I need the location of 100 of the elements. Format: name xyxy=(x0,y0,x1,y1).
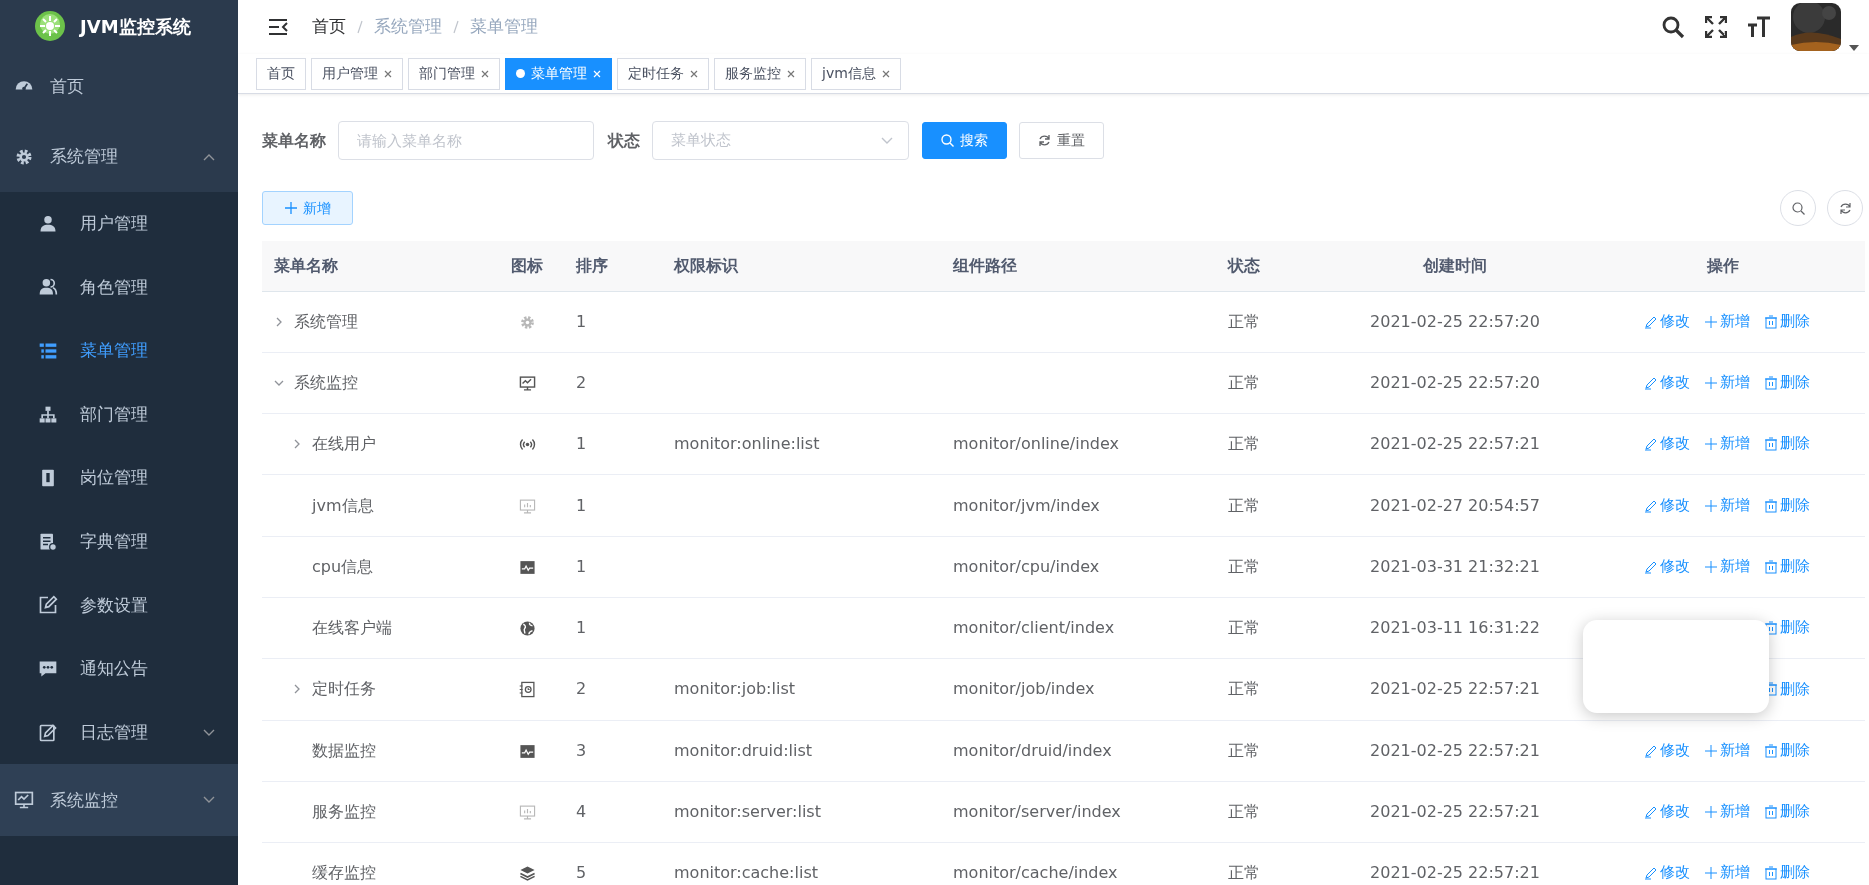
delete-link[interactable]: 删除 xyxy=(1764,372,1810,394)
reset-button[interactable]: 重置 xyxy=(1019,122,1104,159)
status-text: 正常 xyxy=(1216,781,1330,843)
tab[interactable]: 菜单管理 xyxy=(505,57,612,90)
tab[interactable]: 定时任务 xyxy=(617,57,709,90)
delete-link[interactable]: 删除 xyxy=(1764,494,1810,517)
table-cell: 2021-03-11 16:31:22 xyxy=(1330,597,1580,659)
search-button[interactable]: 搜索 xyxy=(922,122,1007,159)
select-field[interactable]: 菜单状态 xyxy=(652,121,909,160)
sidebar-item[interactable]: 首页 xyxy=(0,52,238,122)
table-cell: monitor:server:list xyxy=(674,802,821,821)
table-cell: monitor/cache/index xyxy=(953,863,1118,883)
table-cell: monitor:cache:list xyxy=(674,863,818,883)
tab[interactable]: 服务监控 xyxy=(714,57,806,90)
edit-link[interactable]: 修改 xyxy=(1644,801,1690,823)
table-cell: monitor:druid:list xyxy=(674,740,813,760)
field-label: 菜单名称 xyxy=(262,129,326,152)
table-cell: 2 xyxy=(564,658,662,721)
tab[interactable]: 首页 xyxy=(256,57,306,90)
menu-name: 定时任务 xyxy=(312,678,376,701)
delete-link[interactable]: 删除 xyxy=(1764,310,1810,333)
tab[interactable]: 用户管理 xyxy=(311,57,403,90)
menu-name: jvm信息 xyxy=(312,494,374,517)
status-text: 正常 xyxy=(1216,352,1330,414)
table-cell: 2021-02-25 22:57:20 xyxy=(1330,291,1580,353)
edit-link[interactable]: 修改 xyxy=(1644,433,1690,456)
status-text: 正常 xyxy=(1216,536,1330,598)
tab[interactable]: jvm信息 xyxy=(811,57,901,90)
menu-name: 缓存监控 xyxy=(312,862,376,885)
add-link[interactable]: 新增 xyxy=(1704,372,1750,394)
table-cell: monitor/online/index xyxy=(953,434,1119,454)
column-header: 创建时间 xyxy=(1330,241,1580,291)
table-cell: monitor/server/index xyxy=(953,802,1121,821)
table-cell: 2 xyxy=(564,352,662,414)
status-text: 正常 xyxy=(1216,597,1330,659)
table-cell: 3 xyxy=(564,720,662,782)
table-cell: 2021-02-25 22:57:21 xyxy=(1330,781,1580,843)
menu-name: 在线用户 xyxy=(312,433,376,456)
column-header: 图标 xyxy=(490,241,564,291)
edit-link[interactable]: 修改 xyxy=(1644,862,1690,885)
tab[interactable]: 部门管理 xyxy=(408,57,500,90)
table-cell: monitor/client/index xyxy=(953,618,1115,638)
menu-name: 在线客户端 xyxy=(312,617,392,640)
delete-link[interactable]: 删除 xyxy=(1764,433,1810,456)
table-cell: monitor/druid/index xyxy=(953,740,1112,760)
table-cell: monitor:job:list xyxy=(674,679,795,699)
delete-link[interactable]: 删除 xyxy=(1764,801,1810,823)
breadcrumb-link[interactable]: 首页 xyxy=(312,14,346,40)
add-link[interactable]: 新增 xyxy=(1704,801,1750,823)
table-cell: 1 xyxy=(564,536,662,598)
table-cell: 5 xyxy=(564,842,662,885)
table-cell: 4 xyxy=(564,781,662,843)
table-cell: monitor/cpu/index xyxy=(953,556,1100,576)
add-link[interactable]: 新增 xyxy=(1704,862,1750,885)
table-cell: monitor/job/index xyxy=(953,679,1095,699)
delete-link[interactable]: 删除 xyxy=(1764,739,1810,762)
edit-link[interactable]: 修改 xyxy=(1644,310,1690,333)
add-link[interactable]: 新增 xyxy=(1704,739,1750,762)
delete-link[interactable]: 删除 xyxy=(1764,555,1810,578)
table-cell: monitor/jvm/index xyxy=(953,495,1100,515)
edit-link[interactable]: 修改 xyxy=(1644,555,1690,578)
breadcrumb-item: 菜单管理 xyxy=(470,15,538,39)
add-link[interactable]: 新增 xyxy=(1704,433,1750,456)
table-cell: 1 xyxy=(564,413,662,475)
status-text: 正常 xyxy=(1216,720,1330,782)
menu-name: 系统监控 xyxy=(294,371,358,394)
status-text: 正常 xyxy=(1216,658,1330,721)
status-text: 正常 xyxy=(1216,474,1330,537)
delete-link[interactable]: 删除 xyxy=(1764,862,1810,885)
sidebar-item[interactable]: 系统管理 xyxy=(0,122,238,192)
column-header: 状态 xyxy=(1216,241,1330,291)
table-cell: 2021-02-25 22:57:21 xyxy=(1330,720,1580,782)
table-cell: 2021-02-25 22:57:20 xyxy=(1330,352,1580,414)
table-cell: monitor:online:list xyxy=(674,434,820,454)
table-cell: 2021-02-25 22:57:21 xyxy=(1330,842,1580,885)
edit-link[interactable]: 修改 xyxy=(1644,372,1690,394)
sidebar-item[interactable]: 系统监控 xyxy=(0,764,238,837)
add-button[interactable]: 新增 xyxy=(262,191,353,225)
column-header: 排序 xyxy=(564,241,662,291)
table-cell: 1 xyxy=(564,597,662,659)
table-cell: 2021-02-25 22:57:21 xyxy=(1330,658,1580,721)
menu-name: 数据监控 xyxy=(312,739,376,762)
input-field[interactable]: 请输入菜单名称 xyxy=(338,121,594,160)
menu-name: cpu信息 xyxy=(312,555,374,578)
column-header: 组件路径 xyxy=(941,241,1216,291)
add-link[interactable]: 新增 xyxy=(1704,555,1750,578)
column-header: 菜单名称 xyxy=(262,241,490,291)
add-link[interactable]: 新增 xyxy=(1704,310,1750,333)
app-title: JVM监控系统 xyxy=(80,14,191,39)
delete-link[interactable]: 删除 xyxy=(1764,617,1810,639)
column-header: 操作 xyxy=(1580,241,1865,291)
edit-link[interactable]: 修改 xyxy=(1644,494,1690,517)
menu-name: 服务监控 xyxy=(312,801,376,823)
table-cell: 1 xyxy=(564,474,662,537)
status-text: 正常 xyxy=(1216,842,1330,885)
edit-link[interactable]: 修改 xyxy=(1644,739,1690,762)
add-link[interactable]: 新增 xyxy=(1704,494,1750,517)
table-cell: 2021-02-25 22:57:21 xyxy=(1330,413,1580,475)
field-label: 状态 xyxy=(608,129,640,152)
status-text: 正常 xyxy=(1216,413,1330,475)
